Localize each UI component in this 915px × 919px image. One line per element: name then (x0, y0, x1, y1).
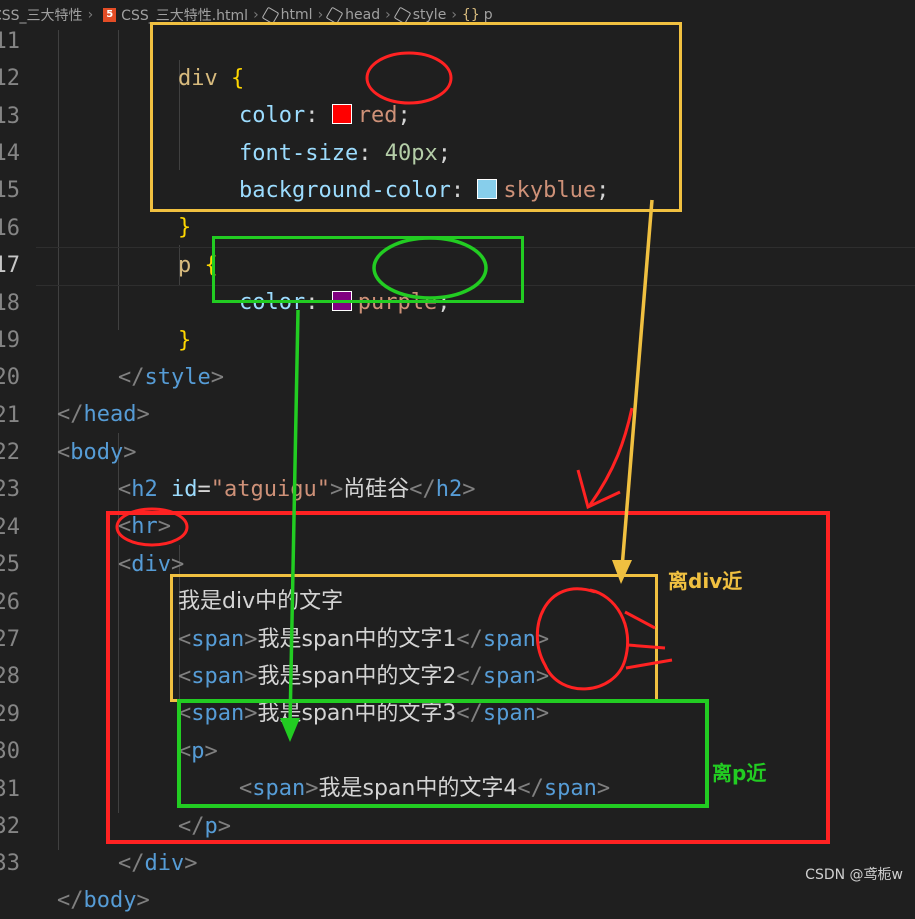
arrow-head (280, 718, 300, 742)
circle-annotation (372, 236, 488, 300)
note-near-div: 离div近 (668, 569, 743, 593)
circle-annotation (115, 507, 189, 547)
arrow-annotation (288, 309, 300, 726)
note-near-p: 离p近 (712, 761, 767, 785)
arrow-head (612, 560, 632, 584)
arrow-annotation (588, 407, 634, 506)
annotation-overlay (115, 51, 673, 742)
watermark: CSDN @鸢栀w (805, 867, 903, 883)
scribble-annotation (535, 587, 630, 691)
arrow-annotation (620, 199, 654, 569)
arrow-annotation (576, 469, 621, 510)
scribble-annotation (624, 610, 673, 670)
circle-annotation (365, 51, 453, 105)
